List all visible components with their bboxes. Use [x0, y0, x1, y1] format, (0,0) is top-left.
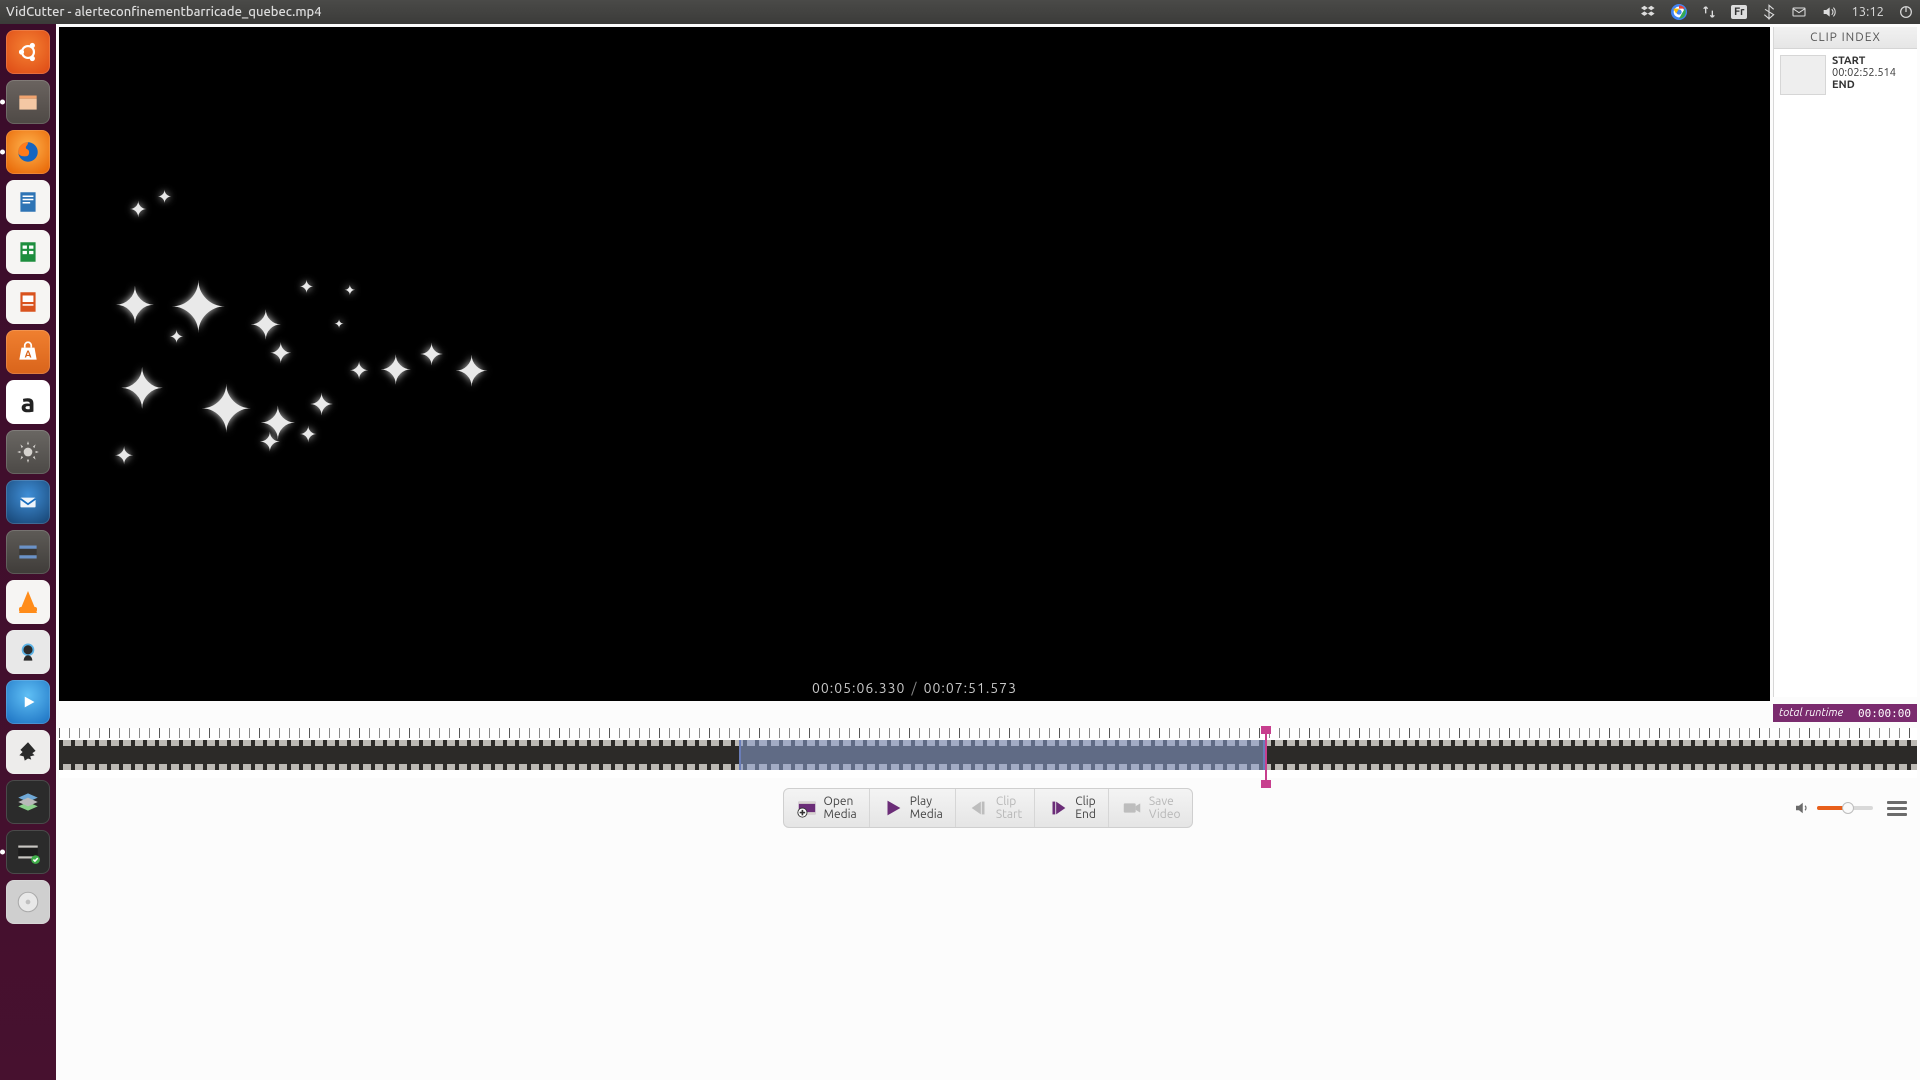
- clip-index-item[interactable]: START 00:02:52.514 END: [1774, 49, 1917, 101]
- launcher-system-settings[interactable]: [6, 430, 50, 474]
- play-media-button[interactable]: PlayMedia: [870, 789, 956, 827]
- launcher-impress[interactable]: [6, 280, 50, 324]
- timeline-selection[interactable]: [739, 740, 1265, 770]
- unity-launcher: A a: [0, 24, 56, 1080]
- launcher-calc[interactable]: [6, 230, 50, 274]
- launcher-dash[interactable]: [6, 30, 50, 74]
- runtime-value: 00:00:00: [1858, 707, 1911, 720]
- current-time: 00:05:06.330: [812, 680, 905, 696]
- system-tray: Fr 13:12: [1641, 4, 1914, 20]
- clock[interactable]: 13:12: [1851, 5, 1884, 19]
- timeline[interactable]: [59, 728, 1917, 778]
- clip-end-label: END: [1832, 79, 1896, 91]
- timecode: 00:05:06.330/00:07:51.573: [812, 680, 1017, 697]
- clip-end-button[interactable]: ClipEnd: [1035, 789, 1109, 827]
- bluetooth-icon[interactable]: [1761, 4, 1777, 20]
- clip-index-title: CLIP INDEX: [1774, 27, 1917, 49]
- launcher-writer[interactable]: [6, 180, 50, 224]
- launcher-video-editor[interactable]: [6, 530, 50, 574]
- menu-button[interactable]: [1887, 801, 1907, 816]
- speaker-icon: [1793, 799, 1811, 817]
- network-icon[interactable]: [1701, 4, 1717, 20]
- clip-index-panel: CLIP INDEX START 00:02:52.514 END: [1773, 27, 1917, 697]
- launcher-vlc[interactable]: [6, 580, 50, 624]
- clip-thumb: [1780, 55, 1826, 95]
- top-menubar: VidCutter - alerteconfinementbarricade_q…: [0, 0, 1920, 24]
- total-time: 00:07:51.573: [924, 680, 1017, 696]
- launcher-thunderbird[interactable]: [6, 480, 50, 524]
- mail-icon[interactable]: [1791, 4, 1807, 20]
- launcher-files[interactable]: [6, 80, 50, 124]
- toolbar-button-group: OpenMedia PlayMedia ClipStart ClipEnd Sa…: [783, 788, 1194, 828]
- launcher-vidcutter[interactable]: [6, 830, 50, 874]
- volume-icon[interactable]: [1821, 4, 1837, 20]
- launcher-disc[interactable]: [6, 880, 50, 924]
- clip-start-label: START: [1832, 55, 1896, 67]
- clip-start-button: ClipStart: [956, 789, 1035, 827]
- total-runtime-bar: total runtime 00:00:00: [1773, 704, 1917, 722]
- launcher-firefox[interactable]: [6, 130, 50, 174]
- launcher-inkscape[interactable]: [6, 730, 50, 774]
- launcher-media-player[interactable]: [6, 680, 50, 724]
- volume-slider[interactable]: [1793, 799, 1873, 817]
- launcher-amazon[interactable]: a: [6, 380, 50, 424]
- timeline-playhead[interactable]: [1265, 728, 1267, 786]
- launcher-layers[interactable]: [6, 780, 50, 824]
- shutdown-icon[interactable]: [1898, 4, 1914, 20]
- chrome-icon[interactable]: [1671, 4, 1687, 20]
- open-media-button[interactable]: OpenMedia: [784, 789, 870, 827]
- save-video-button: SaveVideo: [1109, 789, 1193, 827]
- launcher-software-center[interactable]: A: [6, 330, 50, 374]
- timeline-ruler: [59, 728, 1917, 738]
- vidcutter-window: ✦ ✦ ✦ ✦ ✦ ✦ ✦ ✦ ✦ ✦ ✦ ✦ ✦ ✦ ✦ ✦ ✦ ✦ ✦ ✦ …: [56, 24, 1920, 1080]
- video-preview[interactable]: ✦ ✦ ✦ ✦ ✦ ✦ ✦ ✦ ✦ ✦ ✦ ✦ ✦ ✦ ✦ ✦ ✦ ✦ ✦ ✦ …: [59, 27, 1770, 701]
- window-title: VidCutter - alerteconfinementbarricade_q…: [6, 5, 322, 19]
- launcher-kazam[interactable]: [6, 630, 50, 674]
- bottom-toolbar: OpenMedia PlayMedia ClipStart ClipEnd Sa…: [59, 786, 1917, 830]
- keyboard-lang[interactable]: Fr: [1731, 5, 1748, 19]
- svg-text:A: A: [25, 348, 32, 359]
- runtime-label: total runtime: [1779, 707, 1843, 719]
- dropbox-icon[interactable]: [1641, 4, 1657, 20]
- clip-start-value: 00:02:52.514: [1832, 67, 1896, 79]
